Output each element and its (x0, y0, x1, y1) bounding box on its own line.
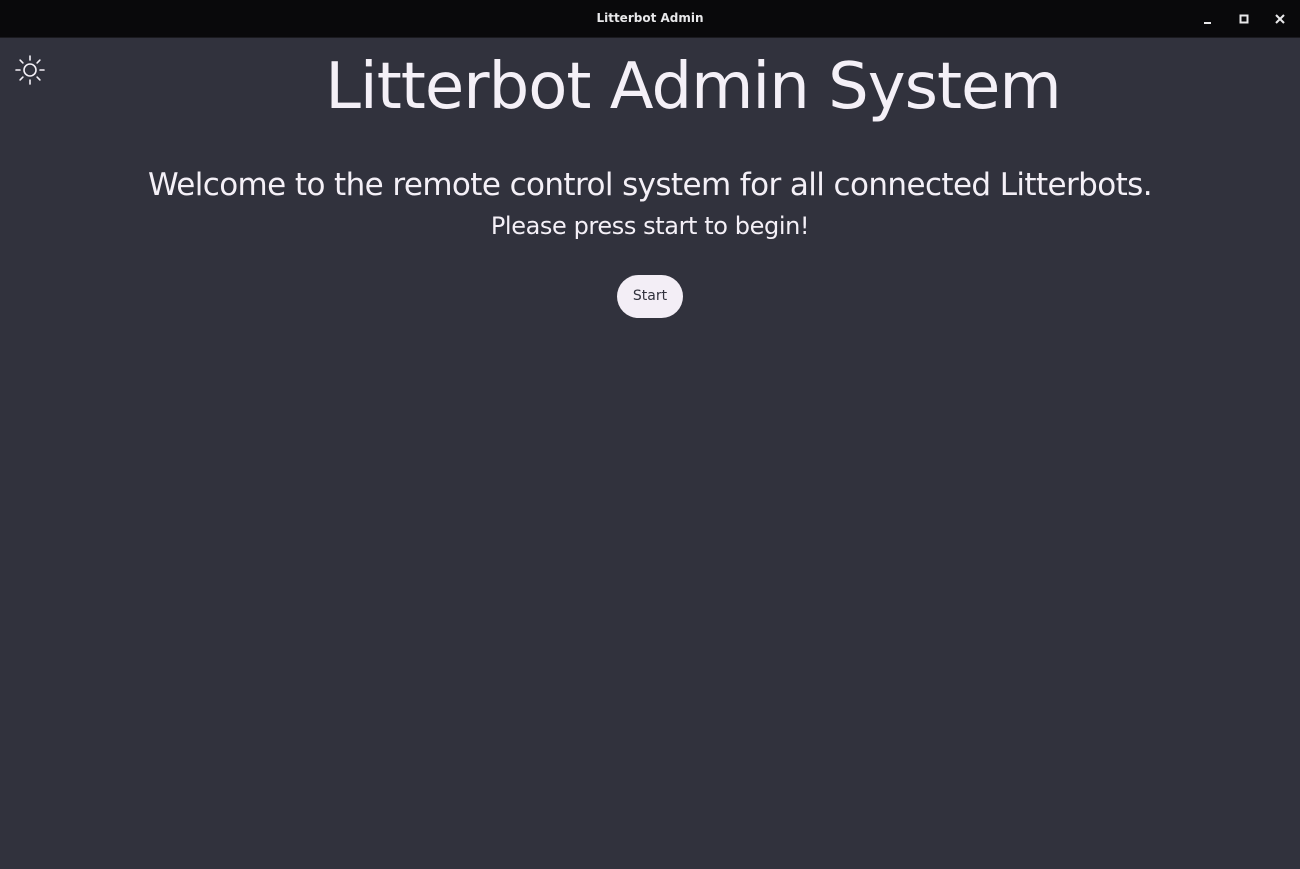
app-window: Litterbot Admin Litterbot Admin System W… (0, 0, 1300, 869)
page-title: Litterbot Admin System (325, 50, 1062, 124)
window-title: Litterbot Admin (596, 11, 704, 25)
minimize-icon (1204, 22, 1211, 24)
maximize-button[interactable] (1235, 10, 1253, 28)
minimize-button[interactable] (1199, 10, 1217, 28)
maximize-icon (1239, 14, 1249, 24)
window-titlebar[interactable]: Litterbot Admin (0, 0, 1300, 38)
instruction-text: Please press start to begin! (490, 212, 810, 240)
welcome-heading: Welcome to the remote control system for… (148, 167, 1153, 203)
start-button[interactable]: Start (617, 275, 683, 318)
close-icon (1275, 14, 1285, 24)
close-button[interactable] (1271, 10, 1289, 28)
